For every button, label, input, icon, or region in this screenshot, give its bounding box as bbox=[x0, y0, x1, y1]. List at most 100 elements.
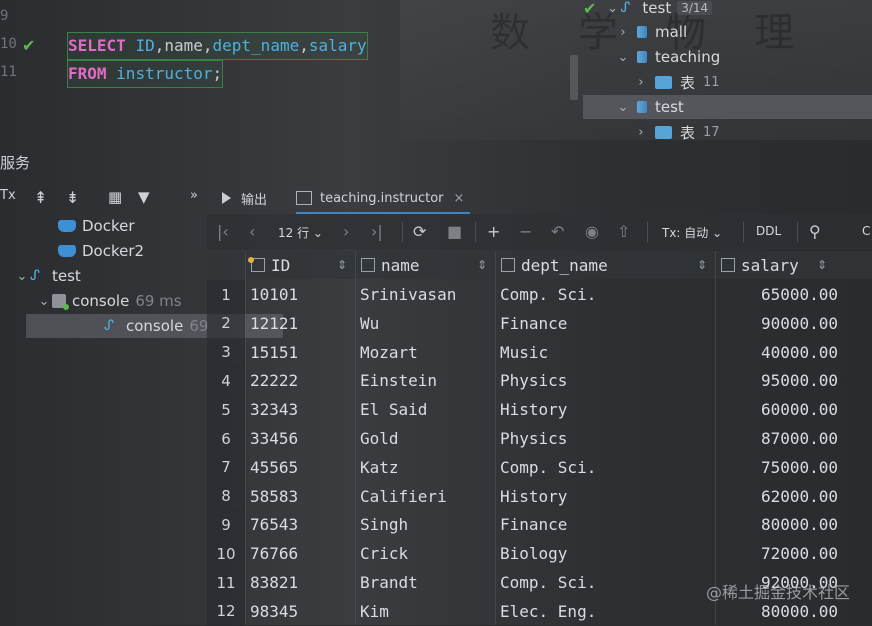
service-item-test[interactable]: ⌄ ᔑ test bbox=[14, 264, 81, 288]
table-cell[interactable]: Comp. Sci. bbox=[500, 280, 712, 309]
table-cell[interactable]: Finance bbox=[500, 510, 712, 539]
first-page-icon[interactable]: |‹ bbox=[217, 222, 229, 241]
table-cell[interactable]: Biology bbox=[500, 539, 712, 568]
table-cell[interactable]: Wu bbox=[360, 309, 492, 338]
editor-scrollbar[interactable] bbox=[570, 55, 578, 100]
group-icon[interactable]: ▦ bbox=[108, 188, 122, 206]
tab-teaching-instructor[interactable]: teaching.instructor × bbox=[296, 184, 471, 214]
table-cell[interactable]: Music bbox=[500, 338, 712, 367]
tree-item-mall[interactable]: › mall bbox=[615, 20, 687, 44]
tx-button[interactable]: Tx bbox=[0, 188, 16, 203]
tree-item-test[interactable]: ⌄ test bbox=[583, 95, 872, 119]
table-cell[interactable]: 32343 bbox=[250, 395, 352, 424]
table-cell[interactable]: Einstein bbox=[360, 366, 492, 395]
table-cell[interactable]: Physics bbox=[500, 366, 712, 395]
table-cell[interactable]: 65000.00 bbox=[720, 280, 838, 309]
table-cell[interactable]: 45565 bbox=[250, 453, 352, 482]
chevron-down-icon[interactable]: ⌄ bbox=[615, 100, 631, 115]
truncated-button[interactable]: C bbox=[862, 224, 870, 238]
table-row[interactable]: 9 76543 Singh Finance 80000.00 bbox=[207, 510, 872, 540]
preview-icon[interactable]: ◉ bbox=[585, 222, 599, 241]
row-count-dropdown[interactable]: 12 行 ⌄ bbox=[278, 224, 323, 241]
undo-icon[interactable]: ↶ bbox=[551, 222, 564, 241]
last-page-icon[interactable]: ›| bbox=[371, 222, 383, 241]
table-cell[interactable]: Crick bbox=[360, 539, 492, 568]
pin-icon[interactable]: ⚲ bbox=[809, 222, 821, 241]
table-cell[interactable]: 80000.00 bbox=[720, 510, 838, 539]
table-row[interactable]: 7 45565 Katz Comp. Sci. 75000.00 bbox=[207, 452, 872, 482]
table-cell[interactable]: 90000.00 bbox=[720, 309, 838, 338]
table-row[interactable]: 10 76766 Crick Biology 72000.00 bbox=[207, 539, 872, 569]
filter-icon[interactable]: ▼ bbox=[138, 188, 150, 206]
table-cell[interactable]: 72000.00 bbox=[720, 539, 838, 568]
table-cell[interactable]: 75000.00 bbox=[720, 453, 838, 482]
more-icon[interactable]: » bbox=[190, 188, 198, 203]
add-row-icon[interactable]: + bbox=[487, 222, 500, 241]
table-cell[interactable]: El Said bbox=[360, 395, 492, 424]
table-row[interactable]: 4 22222 Einstein Physics 95000.00 bbox=[207, 366, 872, 396]
table-cell[interactable]: 60000.00 bbox=[720, 395, 838, 424]
chevron-right-icon[interactable]: › bbox=[633, 125, 649, 140]
table-cell[interactable]: 10101 bbox=[250, 280, 352, 309]
column-header-dept_name[interactable]: dept_name ⇕ bbox=[501, 251, 715, 279]
table-row[interactable]: 3 15151 Mozart Music 40000.00 bbox=[207, 337, 872, 367]
sql-editor[interactable]: 9 10 11 ✔ SELECT ID,name,dept_name,salar… bbox=[0, 0, 580, 145]
refresh-icon[interactable]: ⟳ bbox=[413, 222, 426, 241]
table-cell[interactable]: Comp. Sci. bbox=[500, 453, 712, 482]
table-row[interactable]: 1 10101 Srinivasan Comp. Sci. 65000.00 bbox=[207, 280, 872, 309]
table-cell[interactable]: 62000.00 bbox=[720, 482, 838, 511]
service-item-console[interactable]: ⌄ console 69 ms bbox=[36, 289, 182, 313]
table-cell[interactable]: Elec. Eng. bbox=[500, 597, 712, 626]
table-cell[interactable]: Mozart bbox=[360, 338, 492, 367]
table-cell[interactable]: 40000.00 bbox=[720, 338, 838, 367]
table-row[interactable]: 8 58583 Califieri History 62000.00 bbox=[207, 481, 872, 511]
table-cell[interactable]: Kim bbox=[360, 597, 492, 626]
table-cell[interactable]: Finance bbox=[500, 309, 712, 338]
sort-icon[interactable]: ⇕ bbox=[817, 258, 827, 272]
stop-icon[interactable]: ■ bbox=[447, 222, 462, 241]
table-cell[interactable]: Physics bbox=[500, 424, 712, 453]
table-cell[interactable]: History bbox=[500, 395, 712, 424]
table-cell[interactable]: Srinivasan bbox=[360, 280, 492, 309]
table-cell[interactable]: History bbox=[500, 482, 712, 511]
service-item-Docker2[interactable]: Docker2 bbox=[58, 239, 144, 263]
table-cell[interactable]: 76766 bbox=[250, 539, 352, 568]
result-grid[interactable]: ID ⇕ name ⇕ dept_name ⇕ salary ⇕ 1 10101 Srinivas… bbox=[207, 251, 872, 626]
chevron-down-icon[interactable]: ⌄ bbox=[14, 269, 30, 284]
table-cell[interactable]: 87000.00 bbox=[720, 424, 838, 453]
table-cell[interactable]: 95000.00 bbox=[720, 366, 838, 395]
sort-icon[interactable]: ⇕ bbox=[697, 258, 707, 272]
chevron-right-icon[interactable]: › bbox=[633, 75, 649, 90]
expand-all-icon[interactable]: ⇞ bbox=[34, 188, 47, 207]
table-cell[interactable]: Califieri bbox=[360, 482, 492, 511]
table-cell[interactable]: 76543 bbox=[250, 510, 352, 539]
submit-icon[interactable]: ⇧ bbox=[617, 222, 630, 241]
column-header-ID[interactable]: ID ⇕ bbox=[248, 251, 355, 279]
column-header-salary[interactable]: salary ⇕ bbox=[721, 251, 835, 279]
table-cell[interactable]: 12121 bbox=[250, 309, 352, 338]
table-cell[interactable]: 83821 bbox=[250, 568, 352, 597]
collapse-all-icon[interactable]: ⇟ bbox=[66, 188, 79, 207]
table-cell[interactable]: 58583 bbox=[250, 482, 352, 511]
table-cell[interactable]: 15151 bbox=[250, 338, 352, 367]
table-cell[interactable]: 22222 bbox=[250, 366, 352, 395]
chevron-down-icon[interactable]: ⌄ bbox=[615, 50, 631, 65]
table-cell[interactable]: 33456 bbox=[250, 424, 352, 453]
prev-page-icon[interactable]: ‹ bbox=[249, 222, 255, 241]
table-cell[interactable]: 98345 bbox=[250, 597, 352, 626]
sql-line-from[interactable]: FROM instructor; bbox=[66, 60, 224, 88]
chevron-down-icon[interactable]: ⌄ bbox=[604, 1, 620, 16]
chevron-down-icon[interactable]: ⌄ bbox=[36, 294, 52, 309]
table-cell[interactable]: Singh bbox=[360, 510, 492, 539]
chevron-right-icon[interactable]: › bbox=[615, 25, 631, 40]
sql-line-select[interactable]: SELECT ID,name,dept_name,salary bbox=[67, 32, 368, 60]
next-page-icon[interactable]: › bbox=[343, 222, 349, 241]
tree-item-表[interactable]: › 表 11 bbox=[633, 70, 719, 94]
tree-root-test[interactable]: ✔ ⌄ ᔑ test 3/14 bbox=[583, 0, 713, 20]
close-icon[interactable]: × bbox=[454, 191, 465, 206]
tx-mode-dropdown[interactable]: Tx: 自动 ⌄ bbox=[662, 224, 722, 241]
sort-icon[interactable]: ⇕ bbox=[337, 258, 347, 272]
tree-item-表[interactable]: › 表 17 bbox=[633, 120, 719, 144]
table-row[interactable]: 5 32343 El Said History 60000.00 bbox=[207, 395, 872, 425]
tree-item-teaching[interactable]: ⌄ teaching bbox=[615, 45, 721, 69]
